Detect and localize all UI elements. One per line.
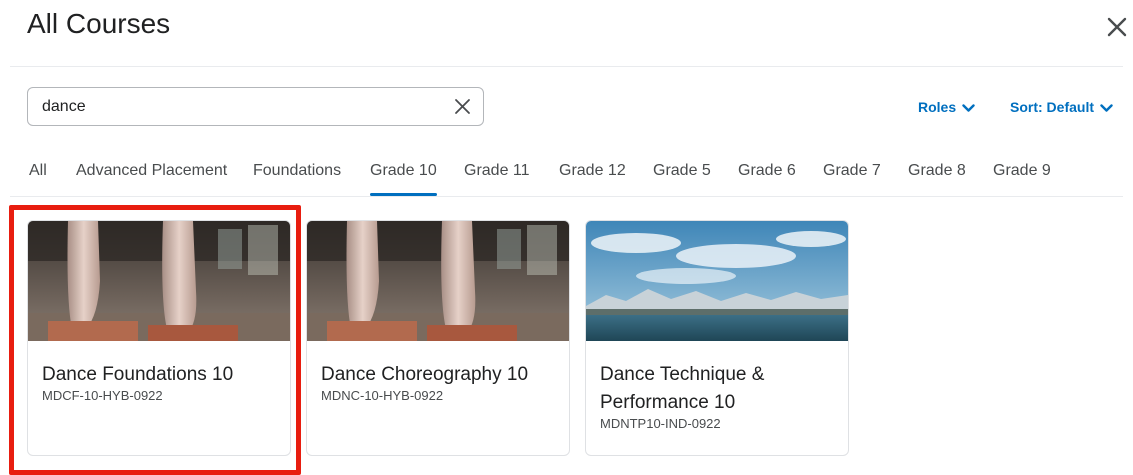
search-box[interactable] (27, 87, 484, 126)
tab-all[interactable]: All (29, 162, 47, 196)
page-title: All Courses (27, 8, 171, 39)
tab-grade-6[interactable]: Grade 6 (738, 162, 796, 196)
clear-search-icon[interactable] (454, 98, 471, 115)
close-icon[interactable] (1104, 14, 1130, 40)
course-code: MDNC-10-HYB-0922 (321, 388, 444, 403)
course-title: Dance Foundations 10 (42, 364, 234, 385)
search-input[interactable] (42, 88, 442, 125)
tabs-divider (10, 196, 1123, 197)
course-card[interactable]: Dance Choreography 10 MDNC-10-HYB-0922 (306, 220, 570, 456)
tab-grade-8[interactable]: Grade 8 (908, 162, 966, 196)
tab-grade-11[interactable]: Grade 11 (464, 162, 530, 196)
course-image-landscape (586, 221, 848, 341)
sort-dropdown[interactable]: Sort: Default (1010, 99, 1113, 115)
course-image-ballet (28, 221, 290, 341)
tab-grade-7[interactable]: Grade 7 (823, 162, 881, 196)
roles-dropdown[interactable]: Roles (918, 99, 975, 115)
course-card[interactable]: Dance Technique & Performance 10 MDNTP10… (585, 220, 849, 456)
course-title: Dance Choreography 10 (321, 364, 529, 385)
tab-advanced-placement[interactable]: Advanced Placement (76, 162, 227, 196)
course-title: Dance Technique & Performance 10 (600, 364, 765, 413)
course-image-ballet (307, 221, 569, 341)
tab-grade-12[interactable]: Grade 12 (559, 162, 626, 196)
tab-grade-5[interactable]: Grade 5 (653, 162, 711, 196)
course-code: MDCF-10-HYB-0922 (42, 388, 163, 403)
chevron-down-icon (962, 104, 975, 112)
header-divider (10, 66, 1123, 67)
course-card[interactable]: Dance Foundations 10 MDCF-10-HYB-0922 (27, 220, 291, 456)
roles-label: Roles (918, 99, 957, 115)
course-code: MDNTP10-IND-0922 (600, 416, 721, 431)
tab-grade-10[interactable]: Grade 10 (370, 162, 437, 196)
tab-foundations[interactable]: Foundations (253, 162, 341, 196)
tab-grade-9[interactable]: Grade 9 (993, 162, 1051, 196)
sort-label: Sort: Default (1010, 99, 1094, 115)
chevron-down-icon (1100, 104, 1113, 112)
